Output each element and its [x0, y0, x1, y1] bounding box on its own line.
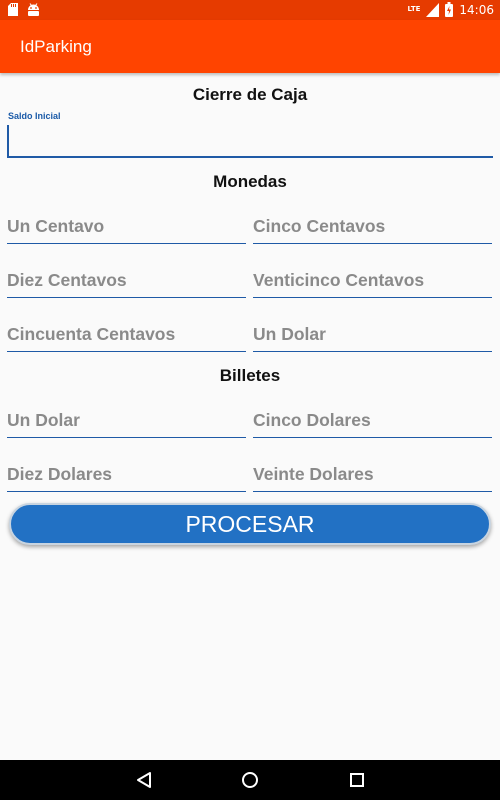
status-time: 14:06	[459, 2, 494, 17]
network-type: LTE	[407, 5, 421, 13]
billetes-heading: Billetes	[219, 366, 281, 385]
navigation-bar	[0, 760, 500, 800]
veinte-dolares-input[interactable]: Veinte Dolares	[253, 462, 492, 492]
saldo-inicial-label: Saldo Inicial	[8, 111, 61, 121]
un-centavo-input[interactable]: Un Centavo	[7, 214, 246, 244]
android-icon	[28, 3, 39, 16]
field-hint: Cinco Centavos	[253, 216, 386, 236]
monedas-heading: Monedas	[213, 172, 287, 191]
procesar-button[interactable]: PROCESAR	[9, 503, 491, 545]
diez-centavos-input[interactable]: Diez Centavos	[7, 268, 246, 298]
recents-icon[interactable]	[348, 771, 366, 789]
field-hint: Un Centavo	[7, 216, 105, 236]
field-hint: Un Dolar	[7, 410, 80, 430]
field-hint: Diez Dolares	[7, 464, 113, 484]
signal-icon	[426, 2, 440, 17]
un-dolar-moneda-input[interactable]: Un Dolar	[253, 322, 492, 352]
field-hint: Cinco Dolares	[253, 410, 371, 430]
field-hint: Diez Centavos	[7, 270, 127, 290]
home-icon[interactable]	[241, 771, 259, 789]
page-title: Cierre de Caja	[192, 85, 308, 104]
un-dolar-billete-input[interactable]: Un Dolar	[7, 408, 246, 438]
app-bar: IdParking	[0, 20, 500, 73]
saldo-inicial-input[interactable]	[7, 125, 493, 158]
field-hint: Un Dolar	[253, 324, 326, 344]
field-hint: Cincuenta Centavos	[7, 324, 176, 344]
cincuenta-centavos-input[interactable]: Cincuenta Centavos	[7, 322, 246, 352]
cinco-dolares-input[interactable]: Cinco Dolares	[253, 408, 492, 438]
app-title: IdParking	[20, 37, 92, 56]
venticinco-centavos-input[interactable]: Venticinco Centavos	[253, 268, 492, 298]
field-hint: Veinte Dolares	[253, 464, 374, 484]
sd-card-icon	[8, 3, 18, 16]
diez-dolares-input[interactable]: Diez Dolares	[7, 462, 246, 492]
field-hint: Venticinco Centavos	[253, 270, 425, 290]
cinco-centavos-input[interactable]: Cinco Centavos	[253, 214, 492, 244]
battery-icon	[445, 2, 454, 17]
status-bar: LTE 14:06	[0, 0, 500, 20]
back-icon[interactable]	[135, 771, 153, 789]
